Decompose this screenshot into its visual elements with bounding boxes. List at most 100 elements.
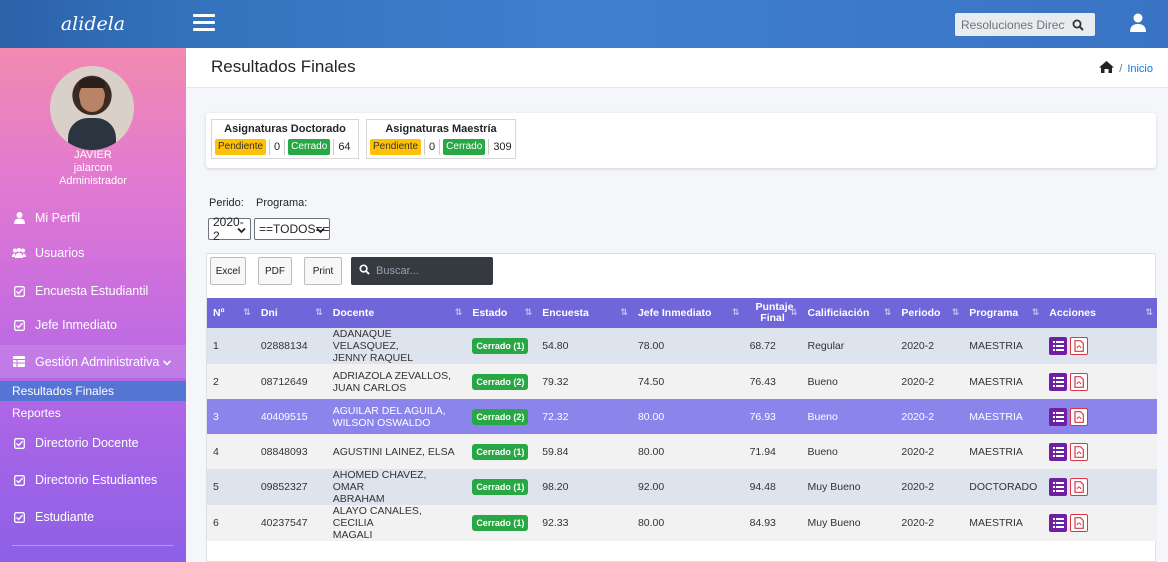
- column-header-docente[interactable]: Docente ⇅: [327, 298, 467, 328]
- print-button[interactable]: Print: [304, 257, 342, 285]
- pdf-file-icon[interactable]: [1070, 337, 1089, 355]
- sidebar-item-label: Directorio Docente: [35, 436, 139, 450]
- user-menu-icon[interactable]: [1129, 13, 1147, 33]
- pdf-file-icon[interactable]: [1070, 478, 1089, 496]
- column-header-calificacion[interactable]: Calificiación ⇅: [802, 298, 896, 328]
- cerrado-count: 64: [333, 139, 354, 155]
- cell-calificacion: Bueno: [807, 445, 838, 458]
- pendiente-badge: Pendiente: [370, 139, 422, 155]
- list-detail-icon[interactable]: [1049, 478, 1068, 496]
- cell-periodo: 2020-2: [901, 445, 935, 458]
- sidebar-item-estudiante[interactable]: Estudiante: [0, 502, 186, 532]
- periodo-label: Perido:: [209, 197, 244, 209]
- summary-doctorado: Asignaturas Doctorado Pendiente 0 Cerrad…: [211, 119, 359, 159]
- sidebar-item-reportes[interactable]: Reportes: [0, 403, 186, 423]
- table-search-input[interactable]: [376, 265, 486, 277]
- cell-periodo: 2020-2: [901, 375, 935, 388]
- cell-encuesta: 92.33: [542, 517, 569, 529]
- sidebar-item-resultados-finales[interactable]: Resultados Finales: [0, 381, 186, 401]
- checkbox-icon: [12, 511, 26, 523]
- cell-docente: ADRIAZOLA ZEVALLOS, JUAN CARLOS: [332, 369, 451, 394]
- cell-jefe-inmediato: 80.00: [637, 517, 665, 529]
- list-detail-icon[interactable]: [1049, 337, 1068, 355]
- column-header-periodo[interactable]: Periodo ⇅: [895, 298, 963, 328]
- column-header-programa[interactable]: Programa ⇅: [963, 298, 1043, 328]
- cerrado-count: 309: [488, 139, 515, 155]
- programa-select[interactable]: ==TODOS==: [254, 218, 330, 240]
- summary-maestria: Asignaturas Maestría Pendiente 0 Cerrado…: [366, 119, 516, 159]
- sidebar-item-gestion-administrativa[interactable]: Gestión Administrativa: [0, 345, 186, 378]
- cell-dni: 40237547: [260, 517, 308, 529]
- chevron-down-icon: [163, 355, 172, 369]
- users-icon: [12, 247, 26, 259]
- pdf-file-icon[interactable]: [1070, 514, 1089, 532]
- pdf-button[interactable]: PDF: [258, 257, 292, 285]
- column-header-puntaje-final[interactable]: Puntaje Final ⇅: [744, 298, 802, 328]
- cell-calificacion: Bueno: [807, 375, 838, 388]
- sort-icon: ⇅: [524, 307, 533, 317]
- pdf-file-icon[interactable]: [1070, 372, 1089, 391]
- sidebar-item-directorio-estudiantes[interactable]: Directorio Estudiantes: [0, 465, 186, 495]
- sidebar-item-directorio-docente[interactable]: Directorio Docente: [0, 428, 186, 458]
- table-row[interactable]: 2 08712649 ADRIAZOLA ZEVALLOS, JUAN CARLOS C…: [207, 364, 1157, 399]
- navbar-search-input[interactable]: [955, 13, 1065, 36]
- top-navbar: alidela: [0, 0, 1168, 48]
- excel-button[interactable]: Excel: [210, 257, 246, 285]
- sort-icon: ⇅: [789, 307, 798, 317]
- breadcrumb-link-inicio[interactable]: Inicio: [1127, 63, 1153, 75]
- cell-puntaje-final: 94.48: [749, 481, 776, 493]
- pdf-file-icon[interactable]: [1070, 407, 1089, 426]
- checkbox-icon: [12, 437, 26, 449]
- cell-programa: MAESTRIA: [969, 445, 1023, 458]
- column-header-acciones[interactable]: Acciones ⇅: [1043, 298, 1157, 328]
- list-detail-icon[interactable]: [1049, 372, 1068, 391]
- cell-acciones: [1043, 364, 1157, 399]
- sidebar-item-encuesta-estudiantil[interactable]: Encuesta Estudiantil: [0, 276, 186, 306]
- cell-puntaje-final: 76.93: [749, 410, 776, 423]
- cell-dni: 08848093: [260, 445, 308, 458]
- sidebar-item-jefe-inmediato[interactable]: Jefe Inmediato: [0, 310, 186, 340]
- results-table: Nº ⇅ Dni ⇅ Docente ⇅ Estado ⇅ Encuesta ⇅ Jefe…: [207, 298, 1157, 541]
- table-row[interactable]: 5 09852327 AHOMED CHAVEZ, OMAR ABRAHAM Cerra…: [207, 469, 1157, 505]
- cell-n: 5: [213, 481, 219, 493]
- table-header-row: Nº ⇅ Dni ⇅ Docente ⇅ Estado ⇅ Encuesta ⇅ Jefe…: [207, 298, 1157, 328]
- pdf-file-icon[interactable]: [1070, 442, 1089, 461]
- column-header-dni[interactable]: Dni ⇅: [255, 298, 327, 328]
- table-row[interactable]: 4 08848093 AGUSTINI LAINEZ, ELSA Cerrado (1…: [207, 434, 1157, 469]
- sidebar-item-usuarios[interactable]: Usuarios: [0, 238, 186, 268]
- periodo-select[interactable]: 2020-2: [208, 215, 251, 243]
- cell-docente: AGUILAR DEL AGUILA, WILSON OSWALDO: [332, 404, 446, 429]
- column-header-estado[interactable]: Estado ⇅: [466, 298, 536, 328]
- search-icon[interactable]: [1065, 13, 1091, 36]
- estado-badge: Cerrado (1): [472, 443, 529, 460]
- sidebar-item-mi-perfil[interactable]: Mi Perfil: [0, 203, 186, 233]
- breadcrumb: / Inicio: [1099, 61, 1153, 76]
- sidebar-item-label: Directorio Estudiantes: [35, 473, 158, 487]
- estado-badge: Cerrado (1): [472, 515, 529, 531]
- home-icon[interactable]: [1099, 61, 1115, 76]
- list-detail-icon[interactable]: [1049, 514, 1068, 532]
- cell-acciones: [1043, 469, 1157, 505]
- cell-n: 4: [213, 445, 219, 458]
- brand-logo[interactable]: alidela: [0, 0, 186, 48]
- page-title: Resultados Finales: [211, 57, 356, 76]
- table-row[interactable]: 6 40237547 ALAYO CANALES, CECILIA MAGALI Cer…: [207, 505, 1157, 541]
- checkbox-icon: [12, 285, 26, 297]
- menu-toggle-icon[interactable]: [193, 14, 215, 34]
- column-header-n[interactable]: Nº ⇅: [207, 298, 255, 328]
- cell-encuesta: 98.20: [542, 481, 569, 493]
- cell-jefe-inmediato: 78.00: [637, 340, 665, 352]
- column-header-encuesta[interactable]: Encuesta ⇅: [536, 298, 632, 328]
- list-detail-icon[interactable]: [1049, 407, 1068, 426]
- navbar-search: [955, 13, 1095, 36]
- cell-programa: MAESTRIA: [969, 340, 1023, 352]
- column-header-jefe-inmediato[interactable]: Jefe Inmediato ⇅: [632, 298, 744, 328]
- checkbox-icon: [12, 319, 26, 331]
- programa-label: Programa:: [256, 197, 308, 209]
- cell-acciones: [1043, 505, 1157, 541]
- list-detail-icon[interactable]: [1049, 442, 1068, 461]
- cell-acciones: [1043, 434, 1157, 469]
- cell-dni: 40409515: [260, 410, 308, 423]
- table-row[interactable]: 1 02888134 ADANAQUE VELASQUEZ, JENNY RAQUEL…: [207, 328, 1157, 364]
- table-row[interactable]: 3 40409515 AGUILAR DEL AGUILA, WILSON OSWAL…: [207, 399, 1157, 434]
